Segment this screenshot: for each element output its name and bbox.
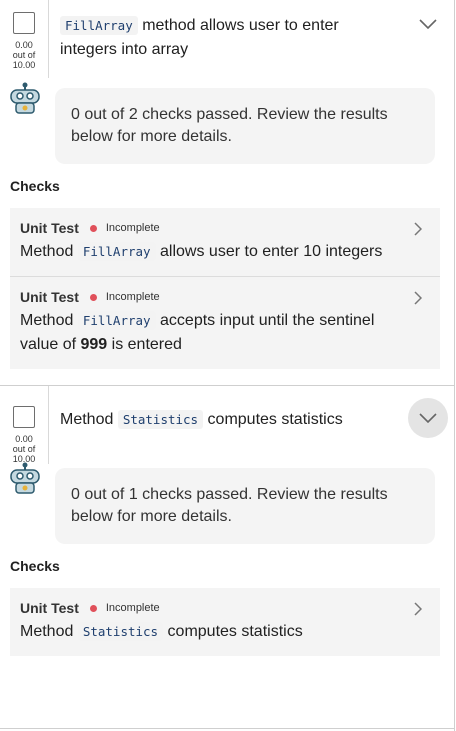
chevron-down-icon: [419, 19, 437, 29]
check-header: Unit Test Incomplete: [20, 600, 396, 616]
bottom-border: [0, 728, 454, 729]
score-column: 0.00 out of 10.00: [0, 0, 49, 78]
score-value: 0.00 out of 10.00: [12, 40, 36, 70]
title-pre: Method: [60, 411, 114, 428]
check-description: Method Statistics computes statistics: [20, 622, 303, 641]
status-label: Incomplete: [105, 291, 160, 303]
chevron-right-icon: [414, 222, 422, 236]
feedback-row: 0 out of 2 checks passed. Review the res…: [0, 82, 456, 164]
chevron-right-icon: [414, 602, 422, 616]
criterion-statistics: 0.00 out of 10.00 Method Statistics comp…: [0, 386, 456, 656]
status-label: Incomplete: [105, 602, 160, 614]
title-code: FillArray: [60, 16, 138, 35]
checks-heading: Checks: [10, 558, 60, 574]
criterion-title: FillArray method allows user to enter in…: [49, 0, 408, 62]
check-header: Unit Test Incomplete: [20, 289, 396, 305]
score-column: 0.00 out of 10.00: [0, 386, 49, 464]
check-header: Unit Test Incomplete: [20, 220, 396, 236]
check-description: Method FillArray allows user to enter 10…: [20, 242, 383, 261]
feedback-row: 0 out of 1 checks passed. Review the res…: [0, 462, 456, 544]
checks-heading: Checks: [10, 178, 60, 194]
check-description: Method FillArray accepts input until the…: [20, 311, 375, 353]
check-type: Unit Test: [20, 220, 79, 236]
status-dot-icon: [89, 224, 97, 232]
checks-list: Unit Test Incomplete Method Statistics c…: [10, 588, 440, 656]
title-text: computes statistics: [207, 411, 343, 428]
robot-avatar-icon: [8, 460, 44, 499]
criterion-checkbox[interactable]: [13, 12, 35, 34]
check-item[interactable]: Unit Test Incomplete Method Statistics c…: [10, 588, 440, 656]
chevron-down-icon: [419, 413, 437, 423]
criterion-checkbox[interactable]: [13, 406, 35, 428]
chevron-right-icon: [414, 291, 422, 305]
check-type: Unit Test: [20, 289, 79, 305]
criterion-header: 0.00 out of 10.00 FillArray method allow…: [0, 0, 456, 78]
check-type: Unit Test: [20, 600, 79, 616]
criterion-header: 0.00 out of 10.00 Method Statistics comp…: [0, 386, 456, 464]
status-label: Incomplete: [105, 222, 160, 234]
feedback-summary: 0 out of 2 checks passed. Review the res…: [55, 88, 435, 164]
status-dot-icon: [89, 293, 97, 301]
criterion-title: Method Statistics computes statistics: [49, 386, 408, 432]
expand-toggle-button[interactable]: [408, 398, 448, 438]
checks-list: Unit Test Incomplete Method FillArray al…: [10, 208, 440, 369]
criterion-fillarray: 0.00 out of 10.00 FillArray method allow…: [0, 0, 456, 386]
title-code: Statistics: [117, 410, 204, 429]
feedback-summary: 0 out of 1 checks passed. Review the res…: [55, 468, 435, 544]
status-dot-icon: [89, 604, 97, 612]
check-item[interactable]: Unit Test Incomplete Method FillArray ac…: [10, 277, 440, 369]
robot-avatar-icon: [8, 80, 44, 119]
expand-toggle-button[interactable]: [408, 4, 448, 44]
check-item[interactable]: Unit Test Incomplete Method FillArray al…: [10, 208, 440, 277]
